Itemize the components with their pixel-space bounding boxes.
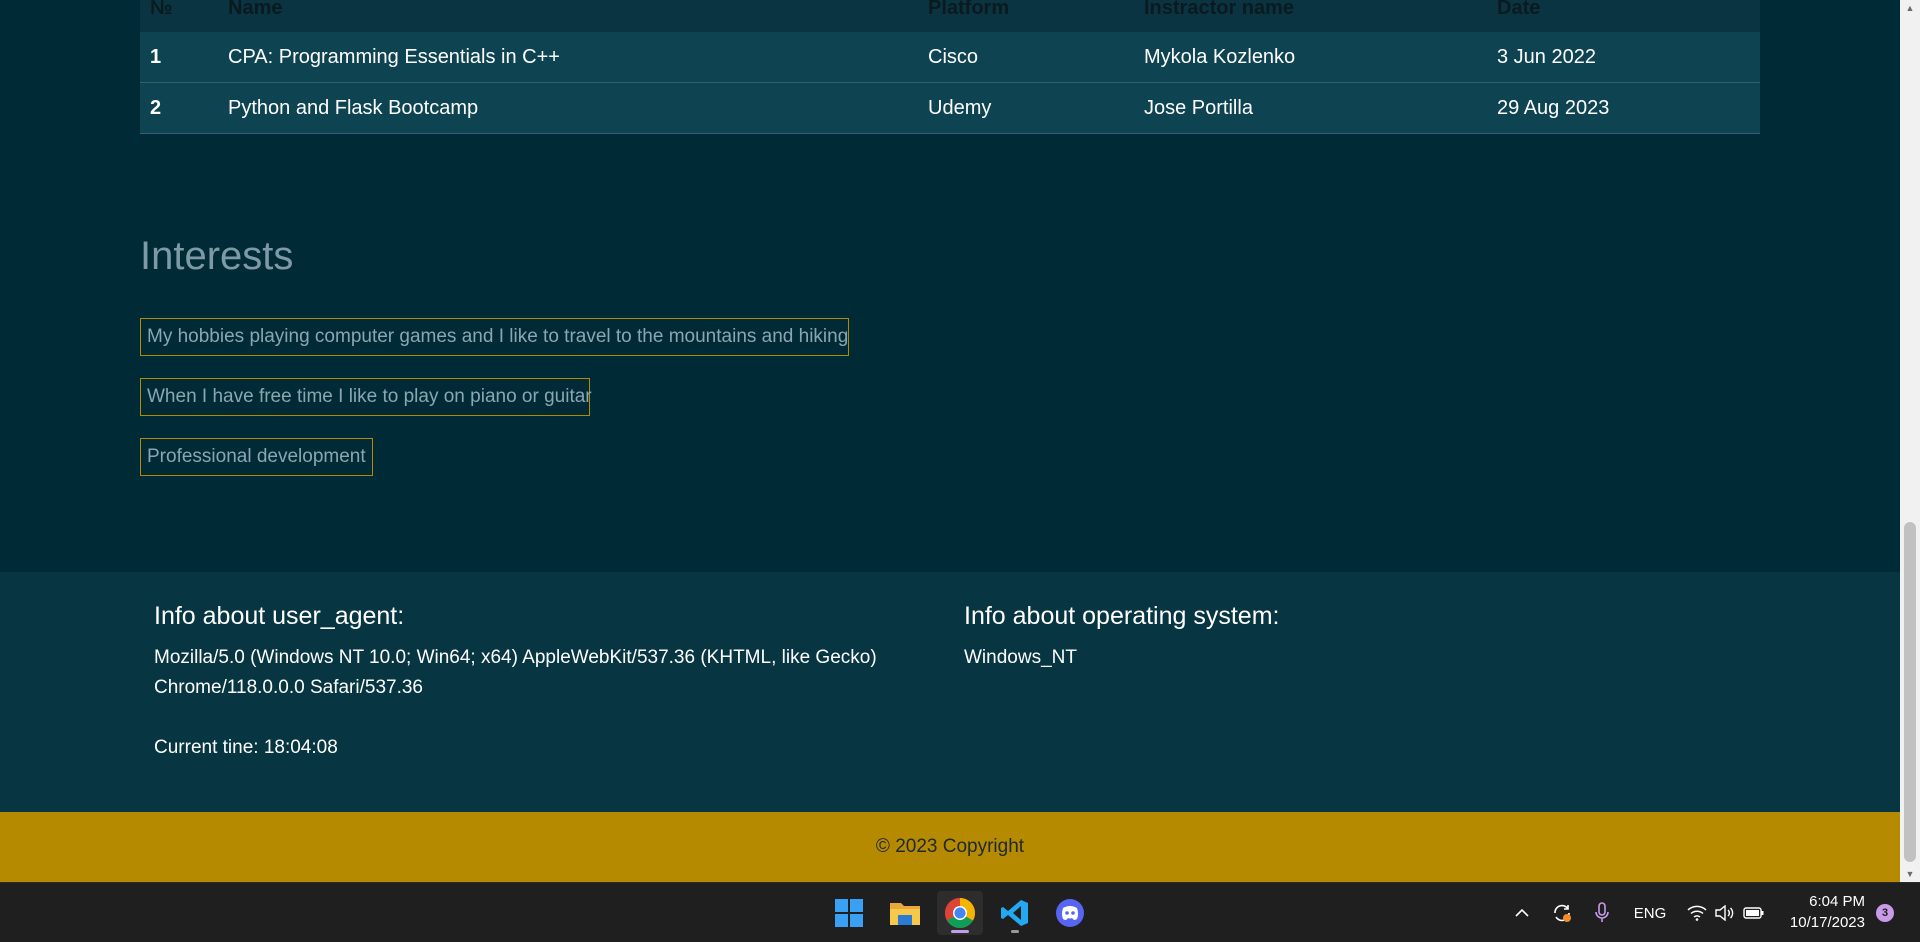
windows-logo-icon [835,899,863,927]
language-indicator[interactable]: ENG [1630,883,1670,942]
wifi-status[interactable] [1684,883,1710,942]
header-number: № [150,0,173,19]
chevron-up-icon [1515,908,1529,917]
scroll-down-icon[interactable]: ▼ [1904,868,1916,880]
battery-icon [1743,907,1764,919]
table-header: № Name Platform Instractor name Date [140,0,1760,32]
clock-date: 10/17/2023 [1789,914,1865,931]
clock-time: 6:04 PM [1809,893,1865,910]
start-button[interactable] [826,891,872,935]
battery-status[interactable] [1740,883,1768,942]
interest-item: My hobbies playing computer games and I … [140,318,849,356]
table-row: 1 CPA: Programming Essentials in C++ Cis… [140,32,1760,83]
copyright-text: © 2023 Copyright [875,836,1025,857]
page-footer: © 2023 Copyright [0,812,1900,882]
user-agent-line: Mozilla/5.0 (Windows NT 10.0; Win64; x64… [154,647,877,668]
microphone-icon [1595,902,1609,922]
row-instructor: Mykola Kozlenko [1144,45,1296,68]
show-hidden-icons-button[interactable] [1508,883,1536,942]
sync-icon [1554,904,1571,922]
taskbar-clock[interactable]: 6:04 PM 10/17/2023 [1785,891,1865,933]
vscode-icon [1001,900,1028,926]
row-number: 2 [150,96,162,119]
row-date: 29 Aug 2023 [1497,96,1610,119]
row-course-name: CPA: Programming Essentials in C++ [228,45,560,68]
header-name: Name [228,0,283,19]
current-time: Current tine: 18:04:08 [154,737,338,758]
os-value: Windows_NT [964,647,1077,668]
vscode-button[interactable] [992,891,1038,935]
scroll-up-icon[interactable]: ▲ [1904,2,1916,14]
microphone-button[interactable] [1588,883,1616,942]
user-agent-info: Info about user_agent: Mozilla/5.0 (Wind… [154,602,894,763]
wifi-icon [1687,905,1707,921]
table-row: 2 Python and Flask Bootcamp Udemy Jose P… [140,83,1760,134]
speaker-icon [1715,905,1734,921]
os-title: Info about operating system: [964,602,1280,630]
volume-status[interactable] [1712,883,1738,942]
notification-badge[interactable]: 3 [1876,904,1894,922]
info-section: Info about user_agent: Mozilla/5.0 (Wind… [0,572,1900,812]
folder-icon [890,903,920,925]
row-date: 3 Jun 2022 [1497,45,1596,68]
vertical-scrollbar[interactable]: ▲ ▼ [1900,0,1920,882]
user-agent-title: Info about user_agent: [154,602,405,630]
row-number: 1 [150,45,162,68]
scrollbar-thumb[interactable] [1904,522,1916,862]
running-indicator [1011,930,1019,933]
os-info: Info about operating system: Windows_NT [964,602,1564,673]
active-indicator [951,930,969,933]
file-explorer-button[interactable] [882,891,928,935]
interests-heading: Interests [140,234,294,278]
courses-table: № Name Platform Instractor name Date 1 C… [140,0,1760,134]
chrome-icon [944,898,976,929]
sync-status-button[interactable] [1548,883,1576,942]
header-platform: Platform [928,0,1010,19]
row-instructor: Jose Portilla [1144,96,1253,119]
interest-item: Professional development [140,438,373,476]
row-course-name: Python and Flask Bootcamp [228,96,479,119]
row-platform: Udemy [928,96,992,119]
interest-item: When I have free time I like to play on … [140,378,592,416]
taskbar: ENG 6:04 PM 10/17/2023 3 [0,882,1920,942]
user-agent-line: Chrome/118.0.0.0 Safari/537.36 [154,677,423,698]
language-label: ENG [1633,904,1667,922]
discord-icon [1056,899,1084,927]
header-instructor: Instractor name [1144,0,1295,19]
row-platform: Cisco [928,45,979,68]
header-date: Date [1497,0,1541,19]
chrome-button[interactable] [937,891,983,935]
discord-button[interactable] [1047,891,1093,935]
web-page: № Name Platform Instractor name Date 1 C… [0,0,1900,882]
